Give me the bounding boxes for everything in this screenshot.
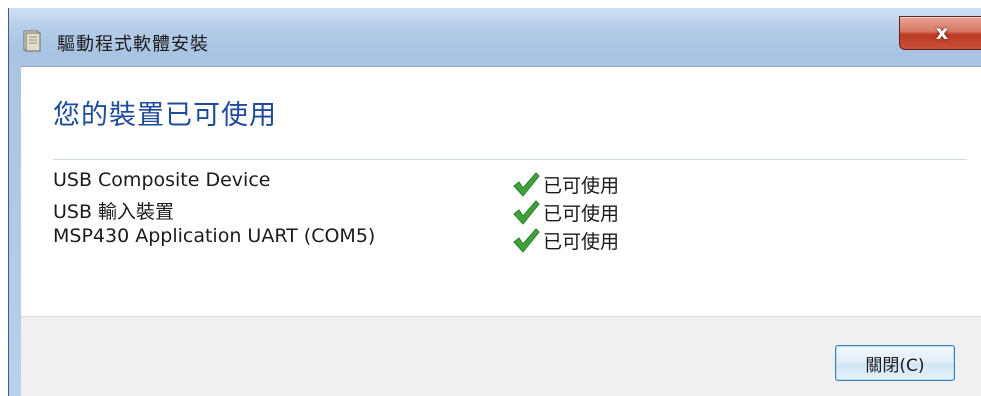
dialog-footer: 關閉(C): [21, 316, 981, 396]
status-text: 已可使用: [543, 174, 620, 197]
dialog-window: 驅動程式軟體安裝 x 您的裝置已可使用 USB Composite Device…: [8, 8, 981, 396]
device-status: 已可使用: [511, 169, 619, 199]
status-text: 已可使用: [543, 202, 620, 225]
device-name: MSP430 Application UART (COM5): [53, 225, 376, 247]
device-name: USB Composite Device: [53, 169, 271, 191]
title-bar[interactable]: 驅動程式軟體安裝 x: [9, 8, 981, 66]
close-icon: x: [935, 22, 949, 44]
checkmark-icon: [513, 200, 540, 225]
content-panel: 您的裝置已可使用 USB Composite Device 已可使用 USB 輸…: [21, 66, 981, 317]
divider: [53, 159, 967, 160]
app-icon: [23, 30, 41, 52]
checkmark-icon: [513, 172, 540, 197]
device-row: USB 輸入裝置 已可使用: [53, 197, 953, 227]
device-status: 已可使用: [511, 225, 619, 255]
device-status: 已可使用: [511, 197, 619, 227]
close-button[interactable]: 關閉(C): [835, 345, 955, 381]
status-text: 已可使用: [543, 230, 620, 253]
checkmark-icon: [513, 228, 540, 253]
device-name: USB 輸入裝置: [53, 201, 175, 223]
page-title: 您的裝置已可使用: [53, 100, 277, 131]
window-title: 驅動程式軟體安裝: [57, 34, 209, 55]
device-row: USB Composite Device 已可使用: [53, 169, 953, 199]
window-close-button[interactable]: x: [899, 16, 981, 50]
device-row: MSP430 Application UART (COM5) 已可使用: [53, 225, 953, 255]
